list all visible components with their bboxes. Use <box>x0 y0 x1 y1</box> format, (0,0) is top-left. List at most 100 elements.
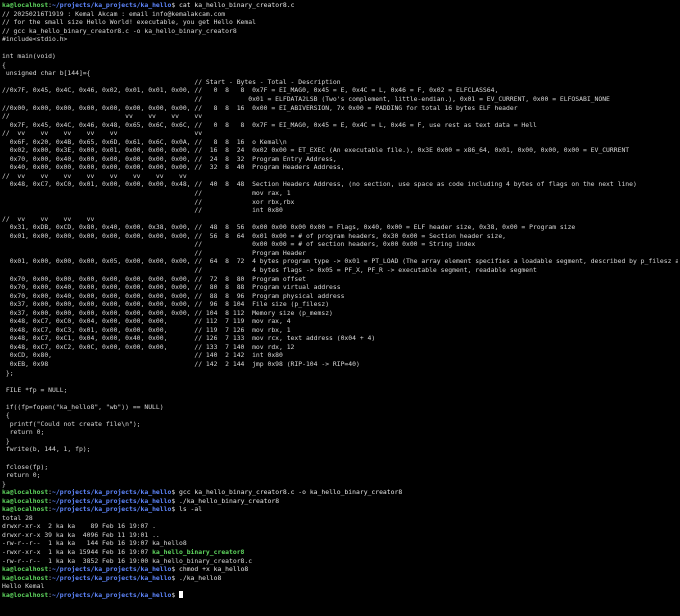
prompt-line: ka@localhost:~/projects/ka_projects/ka_h… <box>2 505 678 514</box>
source-line: return 0; <box>2 428 45 437</box>
source-line: 0x7F, 0x45, 0x4C, 0x46, 0x48, 0x65, 0x6C… <box>2 120 537 129</box>
source-line: 0xCD, 0x80, // 140 2 142 int 0x80 <box>2 351 283 360</box>
source-line: // 20250216T1919 : Kemal Akcam : email i… <box>2 9 226 18</box>
command-text: ./ka_hello_binary_creator8 <box>179 496 280 505</box>
command-text: gcc ka_hello_binary_creator8.c -o ka_hel… <box>179 488 403 497</box>
ls-entry-meta: drwxr-xr-x 2 ka ka 89 Feb 16 19:07 <box>2 522 153 531</box>
source-line: // vv vv vv vv <box>2 112 203 121</box>
prompt-dollar: $ <box>171 496 180 505</box>
source-line <box>2 394 678 403</box>
prompt-user: ka@localhost <box>2 565 49 574</box>
source-line: 0x01, 0x00, 0x00, 0x00, 0x00, 0x00, 0x00… <box>2 231 507 240</box>
source-line: // vv vv vv vv vv vv vv vv <box>2 171 187 180</box>
source-line: // 0x01 = ELFDATA2LSB (Two's complement,… <box>2 95 610 104</box>
source-line: // 4 bytes flags -> 0x05 = PF_X, PF_R ->… <box>2 265 537 274</box>
ls-entry-name: .. <box>152 530 160 539</box>
prompt-line: ka@localhost:~/projects/ka_projects/ka_h… <box>2 590 678 600</box>
source-line: unsigned char b[144]={ <box>2 69 91 78</box>
source-line: FILE *fp = NULL; <box>2 385 68 394</box>
ls-total: total 28 <box>2 513 33 522</box>
source-line: // Start - Bytes - Total - Description <box>2 77 341 86</box>
source-line: { <box>2 60 6 69</box>
source-line: 0x48, 0xC7, 0xC1, 0x04, 0x00, 0x40, 0x00… <box>2 334 376 343</box>
prompt-user: ka@localhost <box>2 590 49 599</box>
prompt-path: ~/projects/ka_projects/ka_hello <box>52 488 172 497</box>
source-line: // vv vv vv vv vv vv <box>2 129 203 138</box>
command-text: cat ka_hello_binary_creator8.c <box>179 1 295 9</box>
source-line: fclose(fp); <box>2 462 49 471</box>
source-line: //0x7F, 0x45, 0x4C, 0x46, 0x02, 0x01, 0x… <box>2 86 499 95</box>
source-line: 0x70, 0x00, 0x00, 0x00, 0x00, 0x00, 0x00… <box>2 274 306 283</box>
source-line: 0x6F, 0x20, 0x4B, 0x65, 0x6D, 0x61, 0x6C… <box>2 137 287 146</box>
source-line: } <box>2 436 10 445</box>
source-line: } <box>2 479 6 488</box>
ls-entry-name: ka_hello_binary_creator8.c <box>152 556 253 565</box>
command-text: ./ka_hello8 <box>179 573 222 582</box>
command-text: ls -al <box>179 505 203 514</box>
source-line: // vv vv vv vv <box>2 214 95 223</box>
source-line <box>2 377 678 386</box>
ls-entry: drwxr-xr-x 39 ka ka 4096 Feb 11 19:01 .. <box>2 531 678 540</box>
prompt-path: ~/projects/ka_projects/ka_hello <box>52 573 172 582</box>
prompt-dollar: $ <box>171 590 180 599</box>
prompt-dollar: $ <box>171 488 180 497</box>
ls-entry: -rw-r--r-- 1 ka ka 3852 Feb 16 19:00 ka_… <box>2 557 678 566</box>
prompt-dollar: $ <box>171 1 180 9</box>
source-line: 0x37, 0x00, 0x00, 0x00, 0x00, 0x00, 0x00… <box>2 300 330 309</box>
prompt-user: ka@localhost <box>2 573 49 582</box>
prompt-user: ka@localhost <box>2 488 49 497</box>
prompt-user: ka@localhost <box>2 496 49 505</box>
source-line: // int 0x80 <box>2 206 283 215</box>
source-line: 0x48, 0xC7, 0xC3, 0x01, 0x00, 0x00, 0x00… <box>2 325 291 334</box>
source-line: //0x00, 0x00, 0x00, 0x00, 0x00, 0x00, 0x… <box>2 103 518 112</box>
ls-entry-meta: -rwxr-xr-x 1 ka ka 15944 Feb 16 19:07 <box>2 548 153 556</box>
ls-entry-meta: -rw-r--r-- 1 ka ka 3852 Feb 16 19:00 <box>2 556 153 565</box>
source-line: }; <box>2 368 14 377</box>
prompt-dollar: $ <box>171 505 180 514</box>
source-line: // gcc ka_hello_binary_creator8.c -o ka_… <box>2 26 237 35</box>
source-line: // Program Header <box>2 248 306 257</box>
prompt-path: ~/projects/ka_projects/ka_hello <box>52 565 172 574</box>
source-line <box>2 454 678 463</box>
source-line: // xor rbx,rbx <box>2 197 295 206</box>
source-line: 0x70, 0x00, 0x40, 0x00, 0x00, 0x00, 0x00… <box>2 154 337 163</box>
source-line <box>2 44 678 53</box>
prompt-line: ka@localhost:~/projects/ka_projects/ka_h… <box>2 497 678 506</box>
ls-entry-name: ka_hello_binary_creator8 <box>152 548 245 556</box>
source-line: 0x37, 0x00, 0x00, 0x00, 0x00, 0x00, 0x00… <box>2 308 333 317</box>
ls-entry-meta: -rw-r--r-- 1 ka ka 144 Feb 16 19:07 <box>2 539 153 548</box>
ls-entry-name: . <box>152 522 156 531</box>
source-line: // 0x00 0x00 = # of section headers, 0x0… <box>2 240 476 249</box>
ls-entry: -rwxr-xr-x 1 ka ka 15944 Feb 16 19:07 ka… <box>2 548 678 557</box>
source-line: // for the small size Hello World! execu… <box>2 18 256 27</box>
prompt-user: ka@localhost <box>2 505 49 514</box>
ls-entry: -rw-r--r-- 1 ka ka 144 Feb 16 19:07 ka_h… <box>2 539 678 548</box>
source-line: { <box>2 411 10 420</box>
prompt-path: ~/projects/ka_projects/ka_hello <box>52 590 172 599</box>
source-line: return 0; <box>2 471 41 480</box>
prompt-line: ka@localhost:~/projects/ka_projects/ka_h… <box>2 488 678 497</box>
prompt-dollar: $ <box>171 573 180 582</box>
program-output: Hello Kemal <box>2 582 45 591</box>
text-cursor[interactable] <box>179 590 184 598</box>
prompt-dollar: $ <box>171 565 180 574</box>
source-line: 0x01, 0x00, 0x00, 0x00, 0x05, 0x00, 0x00… <box>2 257 678 266</box>
source-line: 0x48, 0xC7, 0xC0, 0x04, 0x00, 0x00, 0x00… <box>2 317 291 326</box>
ls-entry-name: ka_hello8 <box>152 539 187 548</box>
source-line: 0x48, 0xC7, 0xC2, 0x0C, 0x00, 0x00, 0x00… <box>2 342 295 351</box>
source-line: // mov rax, 1 <box>2 189 291 198</box>
source-line: int main(void) <box>2 52 56 61</box>
source-line: 0x48, 0xC7, 0xC0, 0x01, 0x00, 0x00, 0x00… <box>2 180 637 189</box>
source-line: 0x70, 0x00, 0x40, 0x00, 0x00, 0x00, 0x00… <box>2 283 341 292</box>
source-line: 0x40, 0x00, 0x00, 0x00, 0x00, 0x00, 0x00… <box>2 163 345 172</box>
prompt-user: ka@localhost <box>2 1 49 9</box>
prompt-path: ~/projects/ka_projects/ka_hello <box>52 496 172 505</box>
source-line: 0x31, 0xDB, 0xCD, 0x80, 0x40, 0x00, 0x38… <box>2 223 576 232</box>
source-line: #include<stdio.h> <box>2 35 68 44</box>
source-line: 0xEB, 0x98 // 142 2 144 jmp 0x98 (RIP-10… <box>2 359 360 368</box>
source-line: 0x70, 0x00, 0x40, 0x00, 0x00, 0x00, 0x00… <box>2 291 345 300</box>
prompt-line: ka@localhost:~/projects/ka_projects/ka_h… <box>2 1 678 10</box>
prompt-line: ka@localhost:~/projects/ka_projects/ka_h… <box>2 565 678 574</box>
terminal-window[interactable]: ka@localhost:~/projects/ka_projects/ka_h… <box>0 0 680 616</box>
ls-entry: drwxr-xr-x 2 ka ka 89 Feb 16 19:07 . <box>2 522 678 531</box>
